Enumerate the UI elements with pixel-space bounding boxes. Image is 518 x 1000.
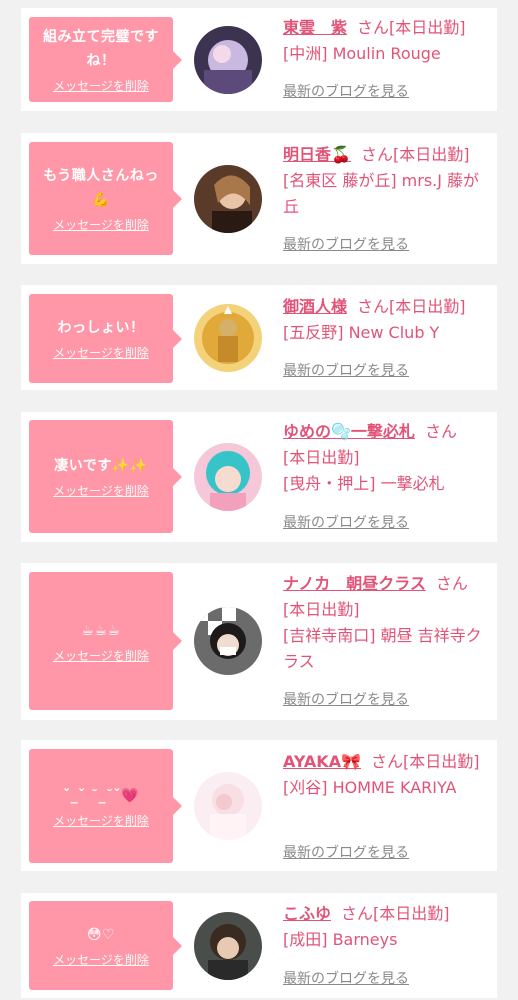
message-text: ☕☕☕ <box>81 622 121 639</box>
status-text: [本日出勤] <box>389 297 466 316</box>
honorific: さん <box>371 752 404 771</box>
honorific: さん <box>435 574 468 593</box>
delete-message-link[interactable]: メッセージを削除 <box>53 647 149 664</box>
message-card: わっしょい！ メッセージを削除 御酒人様 さん[本日出勤] [五反野] New C… <box>21 285 497 390</box>
delete-message-link[interactable]: メッセージを削除 <box>53 951 149 968</box>
honorific: さん <box>341 904 374 923</box>
delete-message-link[interactable]: メッセージを削除 <box>53 482 149 499</box>
message-card: 凄いです✨✨ メッセージを削除 ゆめの🫧一撃必札 さん [本日出勤] [曳舟・押上… <box>21 412 497 542</box>
avatar[interactable] <box>194 772 262 840</box>
message-bubble: わっしょい！ メッセージを削除 <box>29 294 182 383</box>
shop-text: [吉祥寺南口] 朝昼 吉祥寺クラス <box>283 626 482 671</box>
message-text: もう職人さんねっ💪 <box>43 168 159 208</box>
avatar[interactable] <box>194 607 262 675</box>
shop-text: [中洲] Moulin Rouge <box>283 44 441 63</box>
profile-name-link[interactable]: こふゆ <box>283 904 331 923</box>
avatar[interactable] <box>194 912 262 980</box>
message-bubble: もう職人さんねっ💪 メッセージを削除 <box>29 142 182 255</box>
status-text: [本日出勤] <box>283 600 360 619</box>
message-list: 組み立て完璧ですね！ メッセージを削除 東雲 紫さん[本日出勤] [中洲] Mo… <box>0 0 518 1000</box>
profile-info: AYAKA🎀 さん[本日出勤] [刈谷] HOMME KARIYA <box>283 749 489 801</box>
profile-name-link[interactable]: ゆめの🫧一撃必札 <box>283 422 415 441</box>
profile-info: こふゆ さん[本日出勤] [成田] Barneys <box>283 901 489 953</box>
shop-text: [刈谷] HOMME KARIYA <box>283 778 457 797</box>
profile-info: 明日香🍒 さん[本日出勤] [名東区 藤が丘] mrs.J 藤が丘 <box>283 142 489 220</box>
message-text: わっしょい！ <box>57 320 145 336</box>
latest-blog-link[interactable]: 最新のブログを見る <box>283 842 409 862</box>
message-bubble: ˇ_ˇ ˘_˘ˇ💗 メッセージを削除 <box>29 749 182 863</box>
honorific: さん <box>360 145 393 164</box>
message-card: もう職人さんねっ💪 メッセージを削除 明日香🍒 さん[本日出勤] [名東区 藤が丘… <box>21 133 497 264</box>
message-bubble: ☕☕☕ メッセージを削除 <box>29 572 182 710</box>
latest-blog-link[interactable]: 最新のブログを見る <box>283 81 409 101</box>
status-text: [本日出勤] <box>389 18 466 37</box>
profile-name-link[interactable]: 明日香🍒 <box>283 145 351 164</box>
honorific: さん <box>424 422 457 441</box>
message-card: ˇ_ˇ ˘_˘ˇ💗 メッセージを削除 AYAKA🎀 さん[本日出勤] [刈谷] H… <box>21 740 497 871</box>
message-text: 凄いです✨✨ <box>54 458 148 474</box>
status-text: [本日出勤] <box>373 904 450 923</box>
delete-message-link[interactable]: メッセージを削除 <box>53 812 149 829</box>
avatar[interactable] <box>194 26 262 94</box>
latest-blog-link[interactable]: 最新のブログを見る <box>283 689 409 709</box>
message-text: 組み立て完璧ですね！ <box>43 29 159 69</box>
shop-text: [曳舟・押上] 一撃必札 <box>283 474 445 493</box>
profile-info: 東雲 紫さん[本日出勤] [中洲] Moulin Rouge <box>283 15 489 67</box>
status-text: [本日出勤] <box>392 145 470 164</box>
profile-info: 御酒人様 さん[本日出勤] [五反野] New Club Y <box>283 294 489 346</box>
message-card: 😳♡ メッセージを削除 こふゆ さん[本日出勤] [成田] Barneys 最新の… <box>21 893 497 998</box>
status-text: [本日出勤] <box>283 448 360 467</box>
profile-name-link[interactable]: ナノカ 朝昼クラス <box>283 574 426 593</box>
message-bubble: 組み立て完璧ですね！ メッセージを削除 <box>29 17 182 102</box>
profile-info: ゆめの🫧一撃必札 さん [本日出勤] [曳舟・押上] 一撃必札 <box>283 419 489 497</box>
message-card: 組み立て完璧ですね！ メッセージを削除 東雲 紫さん[本日出勤] [中洲] Mo… <box>21 8 497 111</box>
latest-blog-link[interactable]: 最新のブログを見る <box>283 234 409 254</box>
message-text: ˇ_ˇ ˘_˘ˇ💗 <box>63 787 139 804</box>
profile-name-link[interactable]: 東雲 紫 <box>283 18 347 37</box>
profile-name-link[interactable]: AYAKA🎀 <box>283 752 361 771</box>
message-card: ☕☕☕ メッセージを削除 ナノカ 朝昼クラス さん [本日出勤] [吉祥寺南口] … <box>21 563 497 720</box>
shop-text: [成田] Barneys <box>283 930 398 949</box>
status-text: [本日出勤] <box>403 752 480 771</box>
avatar[interactable] <box>194 165 262 233</box>
profile-name-link[interactable]: 御酒人様 <box>283 297 347 316</box>
latest-blog-link[interactable]: 最新のブログを見る <box>283 968 409 988</box>
latest-blog-link[interactable]: 最新のブログを見る <box>283 360 409 380</box>
delete-message-link[interactable]: メッセージを削除 <box>53 77 149 94</box>
delete-message-link[interactable]: メッセージを削除 <box>53 344 149 361</box>
delete-message-link[interactable]: メッセージを削除 <box>53 216 149 233</box>
shop-text: [五反野] New Club Y <box>283 323 440 342</box>
latest-blog-link[interactable]: 最新のブログを見る <box>283 512 409 532</box>
shop-text: [名東区 藤が丘] mrs.J 藤が丘 <box>283 171 480 216</box>
message-bubble: 😳♡ メッセージを削除 <box>29 901 182 990</box>
avatar[interactable] <box>194 443 262 511</box>
message-text: 😳♡ <box>86 927 116 943</box>
avatar[interactable] <box>194 304 262 372</box>
honorific: さん <box>357 18 390 37</box>
honorific: さん <box>357 297 390 316</box>
profile-info: ナノカ 朝昼クラス さん [本日出勤] [吉祥寺南口] 朝昼 吉祥寺クラス <box>283 571 489 675</box>
message-bubble: 凄いです✨✨ メッセージを削除 <box>29 420 182 533</box>
